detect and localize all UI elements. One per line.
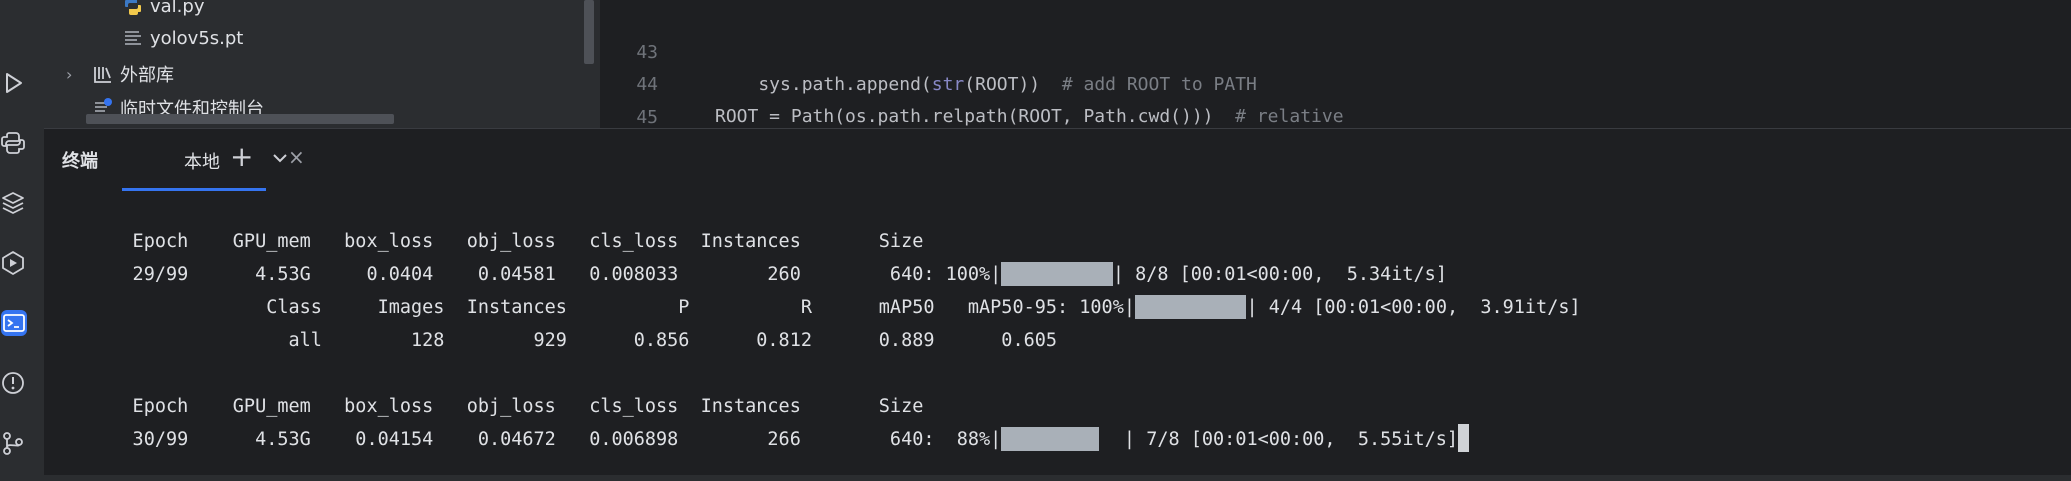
tree-item-label: val.py (150, 0, 205, 17)
progress-bar (1001, 426, 1100, 451)
terminal-icon[interactable] (1, 310, 27, 336)
close-icon[interactable]: × (288, 145, 305, 169)
python-console-icon[interactable] (0, 130, 26, 156)
terminal-line-text: | 7/8 [00:01<00:00, 5.55it/s] (1112, 429, 1459, 450)
activity-bar (0, 0, 44, 481)
progress-bar (1001, 261, 1113, 286)
terminal-output[interactable]: Epoch GPU_mem box_loss obj_loss cls_loss… (44, 191, 2071, 481)
terminal-title: 终端 (62, 151, 98, 172)
terminal-line-text: Class Images Instances P R mAP50 mAP50-9… (88, 297, 1135, 318)
tree-item-label: yolov5s.pt (150, 27, 244, 49)
text-file-icon (122, 27, 144, 49)
terminal-line-text: 29/99 4.53G 0.0404 0.04581 0.008033 260 … (88, 264, 1002, 285)
code-line: 43 sys.path.append(str(ROOT)) # add ROOT… (600, 5, 2071, 95)
code-editor[interactable]: 43 sys.path.append(str(ROOT)) # add ROOT… (600, 0, 2071, 128)
terminal-cursor (1458, 424, 1470, 452)
terminal-line: 29/99 4.53G 0.0404 0.04581 0.008033 260 … (88, 258, 1447, 291)
library-icon (92, 63, 114, 85)
git-icon[interactable] (0, 430, 26, 456)
tree-item-external-libraries[interactable]: › 外部库 (66, 58, 174, 90)
chevron-down-icon[interactable] (270, 148, 290, 172)
terminal-line: Class Images Instances P R mAP50 mAP50-9… (88, 291, 1581, 324)
terminal-line-text: | 4/4 [00:01<00:00, 3.91it/s] (1246, 297, 1581, 318)
status-strip (0, 475, 2071, 481)
terminal-line: all 128 929 0.856 0.812 0.889 0.605 (88, 330, 1058, 351)
code-line: 45 (600, 70, 2071, 128)
code-line: 46 from ultralytics.utils.plotting impor… (600, 104, 2071, 128)
terminal-header: 终端 本地 × + (44, 129, 2071, 191)
terminal-line: Epoch GPU_mem box_loss obj_loss cls_loss… (88, 231, 924, 252)
progress-bar (1134, 294, 1247, 319)
add-terminal-button[interactable]: + (230, 140, 253, 173)
horizontal-scrollbar[interactable] (86, 114, 394, 124)
tree-item-yolov5s-pt[interactable]: yolov5s.pt (122, 22, 243, 54)
tab-label: 本地 (184, 152, 220, 173)
run-icon[interactable] (0, 70, 26, 96)
tree-item-label: 外部库 (120, 65, 174, 86)
vertical-scrollbar[interactable] (584, 0, 594, 64)
terminal-line-text: 30/99 4.53G 0.04154 0.04672 0.006898 266… (88, 429, 1002, 450)
python-file-icon (122, 0, 144, 17)
terminal-line: Epoch GPU_mem box_loss obj_loss cls_loss… (88, 396, 924, 417)
services-icon[interactable] (0, 250, 26, 276)
tree-item-val-py[interactable]: val.py (122, 0, 204, 22)
project-panel: val.py yolov5s.pt › 外部库 临时文件和控制台 (44, 0, 600, 128)
terminal-line-text: | 8/8 [00:01<00:00, 5.34it/s] (1112, 264, 1447, 285)
chevron-right-icon[interactable]: › (66, 65, 92, 84)
layers-icon[interactable] (0, 190, 26, 216)
problems-icon[interactable] (0, 370, 26, 396)
terminal-line: 30/99 4.53G 0.04154 0.04672 0.006898 266… (88, 423, 1470, 456)
code-line: 44 ROOT = Path(os.path.relpath(ROOT, Pat… (600, 37, 2071, 127)
